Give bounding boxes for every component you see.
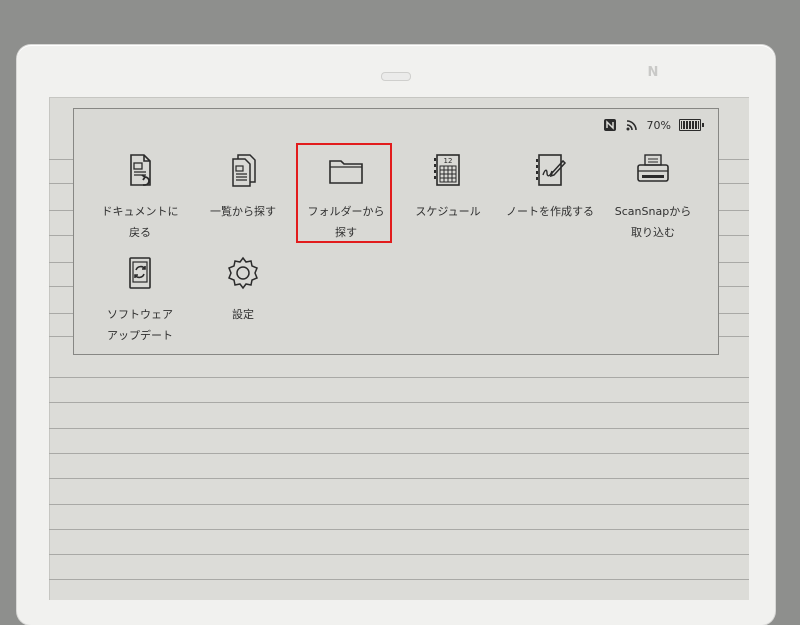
- ruled-line: [49, 428, 749, 429]
- battery-percent: 70%: [646, 118, 671, 132]
- ruled-line: [49, 478, 749, 479]
- menu-software-update[interactable]: ソフトウェア アップデート: [90, 254, 190, 346]
- menu-back-to-document[interactable]: ドキュメントに 戻る: [90, 151, 190, 243]
- calendar-icon: 12: [428, 151, 468, 191]
- scanner-icon: [633, 151, 673, 191]
- ruled-line: [49, 377, 749, 378]
- menu-label: ノートを作成する: [506, 205, 594, 218]
- ruled-line: [49, 554, 749, 555]
- documents-list-icon: [223, 151, 263, 191]
- menu-label: ドキュメントに 戻る: [101, 205, 179, 239]
- e-paper-screen: 70% ドキュメントに 戻る 一覧から探す フォルダーから 探す 12 スケジュ…: [49, 97, 749, 600]
- document-back-icon: [120, 151, 160, 191]
- update-icon: [120, 254, 160, 294]
- menu-label: 設定: [232, 308, 254, 321]
- nfc-icon: [603, 118, 617, 132]
- menu-label: スケジュール: [415, 205, 481, 218]
- home-menu-panel: 70% ドキュメントに 戻る 一覧から探す フォルダーから 探す 12 スケジュ…: [73, 108, 719, 355]
- ruled-line: [49, 453, 749, 454]
- selection-highlight-box: [296, 143, 392, 243]
- device-sensor-slot: [381, 72, 411, 81]
- wifi-icon: [625, 118, 639, 132]
- svg-text:12: 12: [444, 157, 453, 165]
- menu-label: ソフトウェア アップデート: [107, 308, 173, 342]
- battery-icon: [679, 119, 704, 131]
- menu-search-from-list[interactable]: 一覧から探す: [193, 151, 293, 222]
- menu-settings[interactable]: 設定: [193, 254, 293, 325]
- ruled-line: [49, 529, 749, 530]
- gear-icon: [223, 254, 263, 294]
- menu-schedule[interactable]: 12 スケジュール: [398, 151, 498, 222]
- status-bar: 70%: [603, 117, 704, 133]
- note-pen-icon: [530, 151, 570, 191]
- nfc-logo: N: [647, 65, 659, 80]
- menu-scansnap-import[interactable]: ScanSnapから 取り込む: [603, 151, 703, 243]
- ruled-line: [49, 402, 749, 403]
- menu-label: 一覧から探す: [210, 205, 276, 218]
- ruled-line: [49, 504, 749, 505]
- menu-label: ScanSnapから 取り込む: [614, 205, 692, 239]
- menu-create-note[interactable]: ノートを作成する: [500, 151, 600, 222]
- ruled-line: [49, 579, 749, 580]
